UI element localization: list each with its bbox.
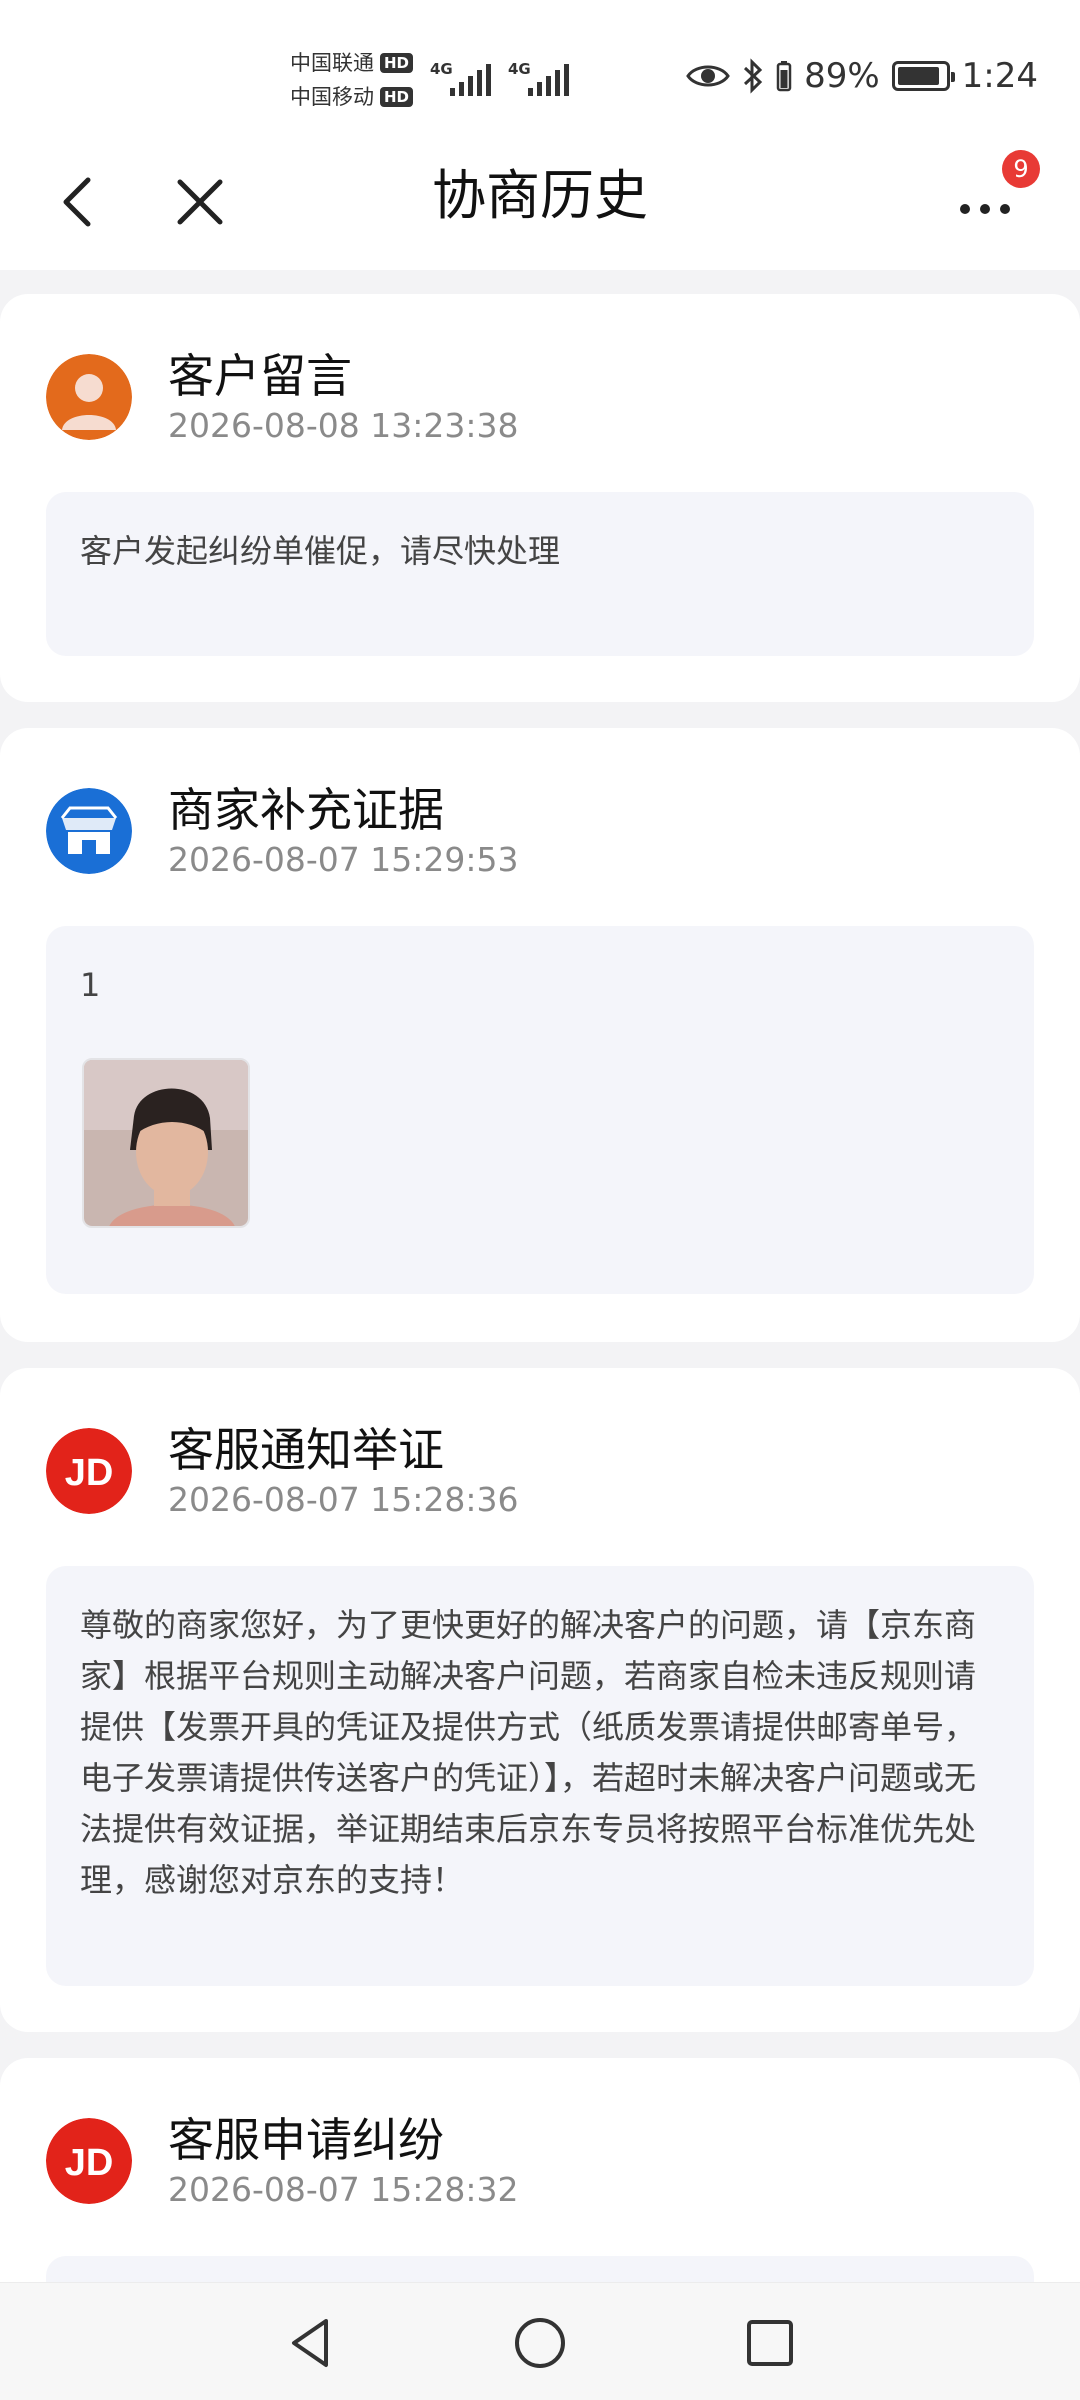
page-title: 协商历史 bbox=[432, 164, 648, 227]
jd-logo: JD bbox=[46, 1428, 132, 1514]
store-icon bbox=[46, 788, 132, 874]
card-title: 商家补充证据 bbox=[168, 783, 444, 837]
signal-icon: 4G bbox=[508, 58, 572, 96]
page: 中国联通 HD 中国移动 HD 4G 4G 89% 1:24 协商历史 9 客户… bbox=[0, 0, 1080, 2400]
status-bar: 中国联通 HD 中国移动 HD 4G 4G 89% 1:24 bbox=[0, 0, 1080, 138]
history-card: 商家补充证据 2026-08-07 15:29:53 1 bbox=[0, 728, 1080, 1342]
battery-percent: 89% bbox=[804, 56, 880, 96]
card-title: 客服申请纠纷 bbox=[168, 2113, 444, 2167]
bluetooth-icon bbox=[744, 58, 763, 94]
eye-icon bbox=[686, 65, 730, 87]
message-box: 客户发起纠纷单催促，请尽快处理 bbox=[46, 492, 1034, 656]
message-text: 1 bbox=[80, 966, 101, 1004]
card-timestamp: 2026-08-07 15:28:36 bbox=[168, 1480, 519, 1519]
nav-back-button[interactable] bbox=[280, 2313, 340, 2373]
square-recents-icon bbox=[747, 2320, 793, 2366]
circle-home-icon bbox=[515, 2318, 565, 2368]
nav-recents-button[interactable] bbox=[740, 2313, 800, 2373]
jd-logo: JD bbox=[46, 2118, 132, 2204]
header: 协商历史 bbox=[0, 138, 1080, 270]
card-timestamp: 2026-08-07 15:29:53 bbox=[168, 840, 519, 879]
carrier-1-label: 中国联通 bbox=[290, 51, 374, 75]
carrier-info: 中国联通 HD 中国移动 HD bbox=[290, 46, 414, 114]
card-title: 客服通知举证 bbox=[168, 1423, 444, 1477]
more-icon bbox=[960, 204, 1010, 214]
history-card: 客户留言 2026-08-08 13:23:38 客户发起纠纷单催促，请尽快处理 bbox=[0, 294, 1080, 702]
system-nav-bar bbox=[0, 2282, 1080, 2400]
battery-saver-icon bbox=[776, 61, 792, 92]
nav-home-button[interactable] bbox=[510, 2313, 570, 2373]
signal-icon: 4G bbox=[430, 58, 494, 96]
hd-badge: HD bbox=[380, 87, 414, 107]
clock: 1:24 bbox=[961, 56, 1038, 96]
customer-avatar-icon bbox=[46, 354, 132, 440]
evidence-image[interactable] bbox=[82, 1058, 250, 1228]
message-box: 尊敬的商家您好，为了更快更好的解决客户的问题，请【京东商家】根据平台规则主动解决… bbox=[46, 1566, 1034, 1986]
battery-icon bbox=[891, 61, 955, 91]
triangle-back-icon bbox=[292, 2319, 328, 2367]
message-box: 1 bbox=[46, 926, 1034, 1294]
battery-level-fill bbox=[897, 67, 939, 85]
carrier-2-label: 中国移动 bbox=[290, 85, 374, 109]
card-timestamp: 2026-08-08 13:23:38 bbox=[168, 406, 519, 445]
card-timestamp: 2026-08-07 15:28:32 bbox=[168, 2170, 519, 2209]
message-text: 尊敬的商家您好，为了更快更好的解决客户的问题，请【京东商家】根据平台规则主动解决… bbox=[80, 1606, 977, 1899]
jd-logo-text: JD bbox=[65, 1452, 114, 1494]
message-text: 客户发起纠纷单催促，请尽快处理 bbox=[80, 532, 561, 570]
hd-badge: HD bbox=[380, 53, 414, 73]
notification-badge: 9 bbox=[1002, 150, 1040, 188]
jd-logo-text: JD bbox=[65, 2142, 114, 2184]
status-right: 89% 1:24 bbox=[686, 56, 1038, 96]
history-card: JD 客服通知举证 2026-08-07 15:28:36 尊敬的商家您好，为了… bbox=[0, 1368, 1080, 2032]
signal-indicators: 4G 4G bbox=[430, 58, 572, 96]
card-title: 客户留言 bbox=[168, 349, 352, 403]
